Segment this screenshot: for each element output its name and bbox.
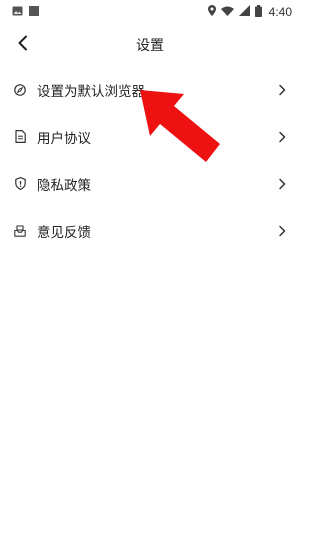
wifi-icon (220, 5, 234, 19)
shield-icon (13, 177, 27, 191)
settings-item-label: 隐私政策 (37, 177, 91, 194)
document-icon (13, 130, 27, 144)
page-title: 设置 (136, 38, 164, 54)
back-button[interactable] (12, 34, 34, 56)
settings-item-label: 意见反馈 (37, 224, 91, 241)
status-time: 4:40 (268, 5, 292, 19)
status-bar: 4:40 (0, 0, 300, 24)
chevron-right-icon (276, 177, 288, 191)
status-right: 4:40 (207, 4, 292, 20)
app-header: 设置 (0, 28, 300, 62)
inbox-icon (13, 224, 27, 238)
signal-icon (238, 5, 250, 19)
chevron-right-icon (276, 224, 288, 238)
chevron-right-icon (276, 83, 288, 97)
battery-icon (254, 4, 262, 20)
chevron-right-icon (276, 130, 288, 144)
square-icon (29, 5, 39, 19)
annotation-arrow-icon (140, 90, 220, 162)
image-icon (12, 5, 23, 19)
settings-item-feedback[interactable]: 意见反馈 (0, 207, 300, 254)
compass-icon (13, 83, 27, 97)
status-left (12, 5, 39, 19)
settings-screen: 4:40 设置 设置为默认浏览器 用户协议 隐私政策 意见反馈 (0, 0, 300, 533)
chevron-left-icon (17, 35, 29, 55)
location-icon (207, 5, 216, 19)
